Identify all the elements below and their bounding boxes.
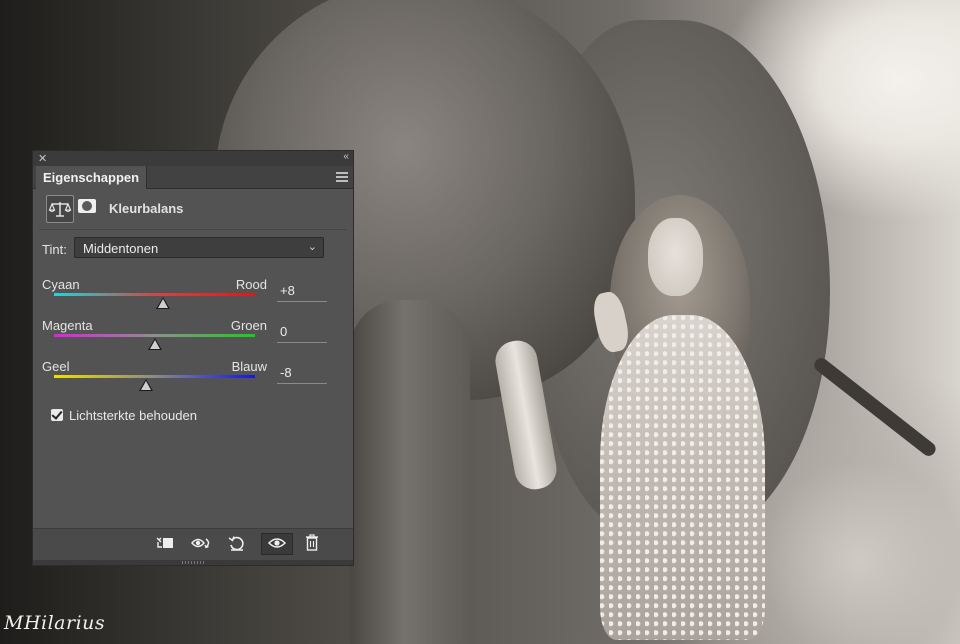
tab-properties[interactable]: Eigenschappen xyxy=(36,166,148,189)
watermark-signature: MHilarius xyxy=(4,612,106,634)
slider-label-left: Geel xyxy=(42,359,70,374)
slider-label-right: Rood xyxy=(235,277,267,292)
tint-dropdown[interactable]: Middentonen ⌄ xyxy=(74,237,324,258)
slider-row-magenta-green: Magenta Groen 0 xyxy=(33,318,353,358)
close-icon[interactable]: ✕ xyxy=(38,152,47,165)
tint-label: Tint: xyxy=(42,242,67,257)
visibility-eye-icon[interactable] xyxy=(261,533,293,555)
panel-topbar[interactable]: ✕ ‹‹ xyxy=(33,151,353,166)
collapse-panel-icon[interactable]: ‹‹ xyxy=(343,151,349,162)
tree-branch xyxy=(811,355,939,459)
clip-to-layer-icon[interactable] xyxy=(153,533,177,555)
slider-value-field[interactable]: -8 xyxy=(277,364,327,384)
panel-resize-bar[interactable] xyxy=(33,560,353,565)
slider-thumb[interactable] xyxy=(155,297,170,309)
layer-mask-icon[interactable] xyxy=(78,199,96,213)
slider-thumb[interactable] xyxy=(139,379,154,391)
elephant-trunk xyxy=(350,300,470,644)
slider-row-yellow-blue: Geel Blauw -8 xyxy=(33,359,353,399)
slider-label-left: Cyaan xyxy=(42,277,80,292)
slider-value-field[interactable]: 0 xyxy=(277,323,327,343)
slider-value-field[interactable]: +8 xyxy=(277,282,327,302)
resize-grip-icon[interactable] xyxy=(182,561,204,564)
properties-panel: ✕ ‹‹ Eigenschappen Kleurbalans Tint: Mid… xyxy=(32,150,354,566)
header-divider xyxy=(39,229,347,230)
panel-tabbar: Eigenschappen xyxy=(33,166,353,189)
trash-icon[interactable] xyxy=(300,533,324,555)
chevron-down-icon: ⌄ xyxy=(307,241,317,253)
woman-face xyxy=(648,218,703,296)
panel-menu-icon[interactable] xyxy=(336,172,348,182)
adjustment-header: Kleurbalans xyxy=(33,189,353,227)
slider-row-cyan-red: Cyaan Rood +8 xyxy=(33,277,353,317)
preserve-luminosity-label: Lichtsterkte behouden xyxy=(69,408,197,423)
preserve-luminosity-checkbox[interactable] xyxy=(51,409,63,421)
slider-thumb[interactable] xyxy=(147,338,162,350)
reset-icon[interactable] xyxy=(225,533,249,555)
slider-label-right: Blauw xyxy=(231,359,267,374)
slider-track[interactable] xyxy=(54,334,255,337)
panel-footer-toolbar xyxy=(33,528,353,560)
color-balance-scale-icon[interactable] xyxy=(46,195,74,223)
slider-value: -8 xyxy=(280,365,292,380)
slider-track[interactable] xyxy=(54,293,255,296)
woman-dress xyxy=(600,315,765,640)
slider-value: 0 xyxy=(280,324,288,339)
slider-track[interactable] xyxy=(54,375,255,378)
slider-label-right: Groen xyxy=(230,318,267,333)
slider-value: +8 xyxy=(280,283,295,298)
adjustment-title: Kleurbalans xyxy=(109,201,184,216)
view-previous-icon[interactable] xyxy=(190,533,214,555)
slider-label-left: Magenta xyxy=(42,318,93,333)
tint-selected-value: Middentonen xyxy=(83,241,159,256)
